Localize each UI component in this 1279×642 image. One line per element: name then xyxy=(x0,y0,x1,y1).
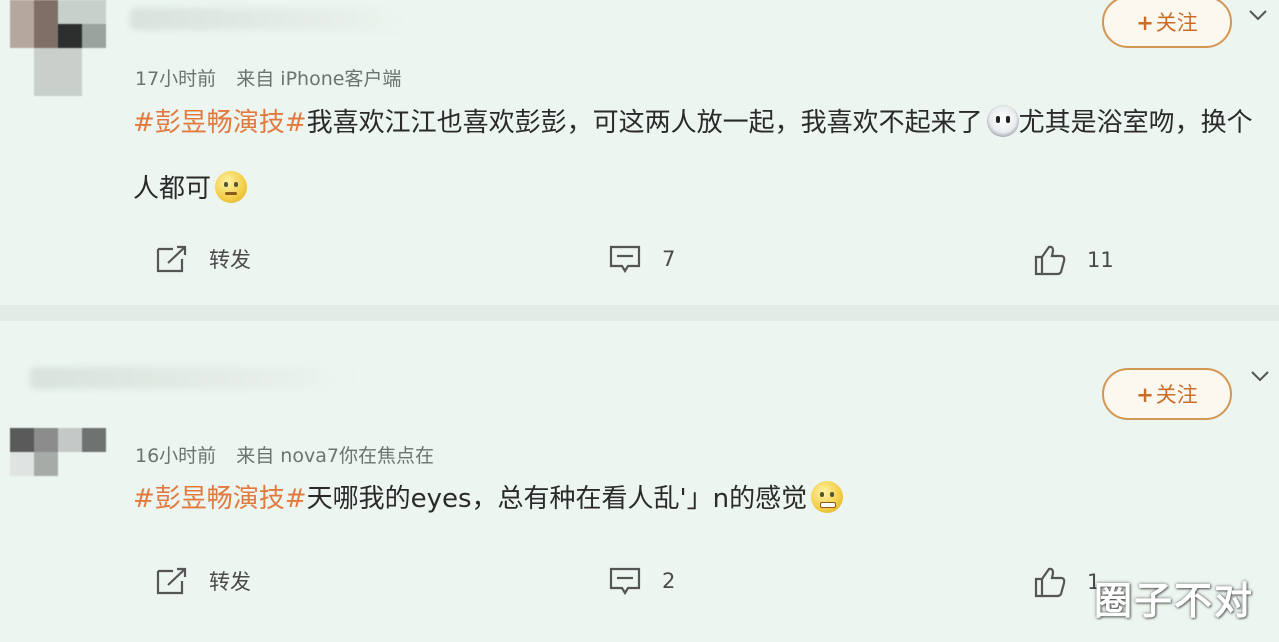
repost-label: 转发 xyxy=(209,570,251,594)
grimacing-face-emoji xyxy=(811,481,844,513)
post-text: #彭昱畅演技#天哪我的eyes，总有种在看人乱'」n的感觉 xyxy=(133,466,1273,532)
chevron-down-icon[interactable] xyxy=(1250,369,1270,383)
comment-button[interactable]: 2 xyxy=(608,566,675,596)
post-meta: 17小时前 来自 iPhone客户端 xyxy=(135,64,401,91)
username-blurred[interactable] xyxy=(30,367,350,389)
nauseated-face-emoji xyxy=(215,171,248,203)
repost-icon xyxy=(156,567,187,595)
post-text: #彭昱畅演技#我喜欢江江也喜欢彭彭，可这两人放一起，我喜欢不起来了 尤其是浴室吻，… xyxy=(133,90,1273,222)
comment-count: 7 xyxy=(662,247,676,271)
post-card: 16小时前 来自 nova7你在焦点在 #彭昱畅演技#天哪我的eyes，总有种在… xyxy=(0,321,1279,642)
post-divider xyxy=(0,305,1279,321)
like-button[interactable]: 1 xyxy=(1033,566,1100,598)
like-button[interactable]: 11 xyxy=(1033,244,1114,276)
hashtag-link[interactable]: #彭昱畅演技# xyxy=(133,484,307,514)
dizzy-face-emoji xyxy=(986,105,1019,137)
post-time: 17小时前 xyxy=(135,68,217,90)
comment-button[interactable]: 7 xyxy=(608,244,675,274)
hashtag-link[interactable]: #彭昱畅演技# xyxy=(133,108,307,138)
comment-icon xyxy=(609,245,641,274)
repost-button[interactable]: 转发 xyxy=(155,566,251,596)
username-blurred[interactable] xyxy=(130,8,410,30)
avatar[interactable] xyxy=(10,0,106,96)
plus-icon: + xyxy=(1136,383,1154,407)
post-card: 17小时前 来自 iPhone客户端 #彭昱畅演技#我喜欢江江也喜欢彭彭，可这两… xyxy=(0,0,1279,305)
comment-icon xyxy=(609,567,641,596)
source-label: 来自 xyxy=(236,68,275,90)
watermark: 圈子不对 xyxy=(1094,579,1255,623)
avatar[interactable] xyxy=(10,428,106,476)
thumbs-up-icon xyxy=(1034,567,1066,598)
like-count: 11 xyxy=(1087,248,1114,272)
repost-label: 转发 xyxy=(209,248,251,272)
post-source: nova7你在焦点在 xyxy=(280,445,434,467)
follow-button[interactable]: +关注 xyxy=(1102,0,1232,48)
source-label: 来自 xyxy=(236,445,275,467)
post-text-part: 我喜欢江江也喜欢彭彭，可这两人放一起，我喜欢不起来了 xyxy=(306,108,983,138)
repost-icon xyxy=(156,245,187,273)
post-meta: 16小时前 来自 nova7你在焦点在 xyxy=(135,441,434,468)
comment-count: 2 xyxy=(662,569,676,593)
repost-button[interactable]: 转发 xyxy=(155,244,251,274)
plus-icon: + xyxy=(1136,11,1154,35)
chevron-down-icon[interactable] xyxy=(1248,8,1268,22)
follow-button[interactable]: +关注 xyxy=(1102,368,1232,420)
thumbs-up-icon xyxy=(1034,245,1066,276)
post-time: 16小时前 xyxy=(135,445,217,467)
post-source: iPhone客户端 xyxy=(280,68,402,90)
post-text-part: 天哪我的eyes，总有种在看人乱'」n的感觉 xyxy=(306,484,808,514)
